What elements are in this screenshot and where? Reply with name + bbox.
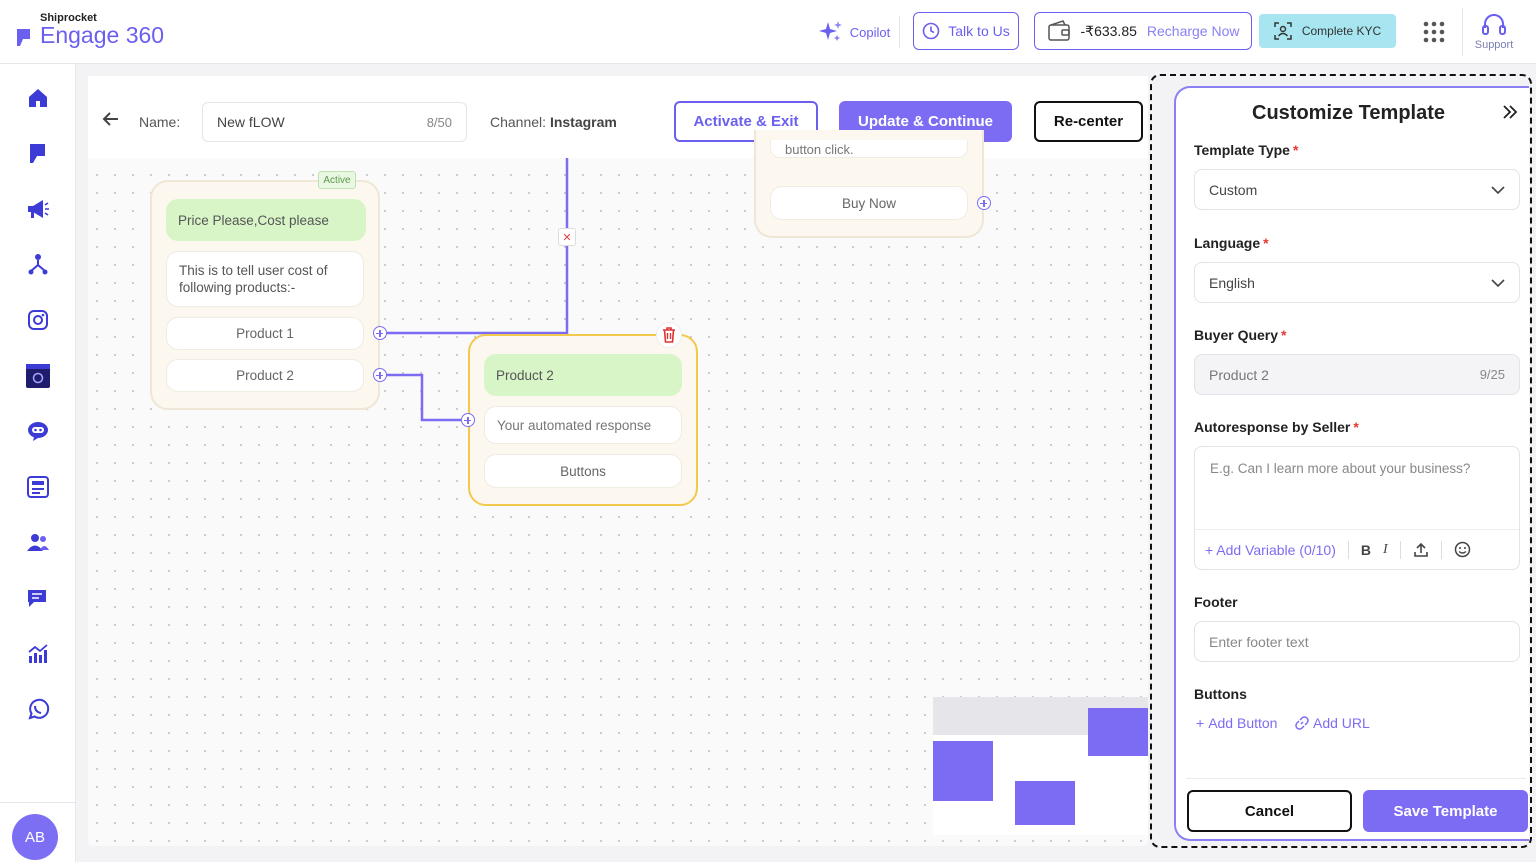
buttons-label: Buttons — [1194, 686, 1247, 702]
footer-input[interactable]: Enter footer text — [1194, 621, 1520, 662]
add-connection-icon[interactable] — [373, 326, 387, 340]
support-label: Support — [1474, 39, 1514, 51]
autoresponse-placeholder: E.g. Can I learn more about your busines… — [1210, 461, 1471, 476]
divider — [1399, 540, 1401, 559]
link-icon — [1295, 716, 1309, 730]
emoji-icon[interactable] — [1454, 541, 1471, 558]
minimap[interactable] — [933, 697, 1148, 835]
minimap-view — [933, 697, 1148, 825]
add-button-link[interactable]: + Add Button — [1196, 715, 1277, 731]
headset-icon — [1482, 14, 1506, 35]
footer-placeholder: Enter footer text — [1209, 633, 1309, 650]
kyc-scan-icon — [1274, 22, 1292, 40]
panel-title: Customize Template — [1252, 102, 1445, 124]
upload-icon[interactable] — [1413, 542, 1429, 558]
node-response: Your automated response — [484, 406, 682, 444]
add-connection-icon[interactable] — [977, 196, 991, 210]
chevron-down-icon — [1491, 278, 1505, 287]
cancel-button[interactable]: Cancel — [1187, 790, 1352, 832]
template-type-value: Custom — [1209, 181, 1258, 198]
add-variable-button[interactable]: + Add Variable (0/10) — [1205, 542, 1336, 558]
template-type-select[interactable]: Custom — [1194, 169, 1520, 210]
node-button-buy-now[interactable]: Buy Now — [770, 186, 968, 220]
trash-icon — [663, 327, 675, 343]
add-url-link[interactable]: Add URL — [1295, 715, 1370, 731]
language-value: English — [1209, 274, 1255, 291]
bold-icon[interactable]: B — [1361, 542, 1371, 558]
node-query: Product 2 — [484, 354, 682, 396]
divider — [1347, 540, 1349, 559]
node-query: Price Please,Cost please — [166, 199, 366, 241]
footer-label: Footer — [1194, 594, 1238, 610]
buyer-query-label: Buyer Query * — [1194, 327, 1287, 343]
buyer-query-input[interactable]: Product 2 9/25 — [1194, 354, 1520, 395]
add-connection-icon[interactable] — [373, 368, 387, 382]
delete-node-button[interactable] — [656, 322, 682, 348]
apps-grid-icon — [1423, 21, 1445, 43]
node-button-product-2[interactable]: Product 2 — [166, 359, 364, 392]
language-label: Language * — [1194, 235, 1269, 251]
autoresponse-toolbar: + Add Variable (0/10) B I — [1195, 529, 1519, 569]
template-type-label: Template Type * — [1194, 142, 1299, 158]
divider — [1462, 8, 1463, 56]
chevron-down-icon — [1491, 185, 1505, 194]
buyer-query-value: Product 2 — [1209, 366, 1269, 383]
kyc-label: Complete KYC — [1301, 24, 1382, 38]
recharge-now-link[interactable]: Recharge Now — [1147, 23, 1240, 39]
language-select[interactable]: English — [1194, 262, 1520, 303]
remove-edge-icon[interactable]: ✕ — [558, 228, 576, 246]
autoresponse-label: Autoresponse by Seller * — [1194, 419, 1359, 435]
save-template-button[interactable]: Save Template — [1363, 790, 1528, 832]
plus-icon: + — [1196, 715, 1205, 731]
node-button-product-1[interactable]: Product 1 — [166, 317, 364, 350]
support-button[interactable]: Support — [1468, 8, 1520, 56]
node-buttons-slot[interactable]: Buttons — [484, 454, 682, 488]
node-response: This is to tell user cost of following p… — [166, 251, 364, 307]
node-partial-text: button click. — [770, 140, 968, 158]
autoresponse-textarea[interactable]: E.g. Can I learn more about your busines… — [1194, 446, 1520, 570]
complete-kyc-button[interactable]: Complete KYC — [1259, 14, 1396, 48]
panel-footer-divider — [1186, 778, 1526, 779]
divider — [1440, 540, 1442, 559]
italic-icon[interactable]: I — [1383, 542, 1388, 558]
apps-grid-button[interactable] — [1420, 18, 1448, 46]
node-input-connector-icon[interactable] — [461, 413, 475, 427]
collapse-panel-icon[interactable] — [1500, 102, 1520, 122]
buyer-query-count: 9/25 — [1479, 367, 1505, 382]
status-badge: Active — [318, 171, 356, 189]
